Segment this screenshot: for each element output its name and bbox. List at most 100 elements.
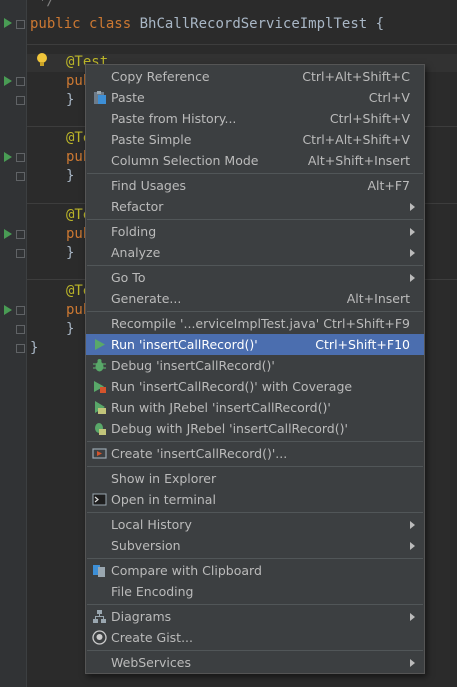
fold-marker-icon[interactable] bbox=[16, 325, 25, 334]
menu-item-shortcut: Ctrl+Alt+Shift+V bbox=[302, 132, 410, 147]
compare-icon bbox=[92, 563, 107, 578]
fold-marker-icon[interactable] bbox=[16, 230, 25, 239]
keyword-class: class bbox=[89, 16, 132, 32]
run-method-gutter-icon[interactable] bbox=[4, 76, 12, 86]
menu-item-run-with-coverage[interactable]: Run 'insertCallRecord()' with Coverage bbox=[86, 376, 424, 397]
menu-item-copy-reference[interactable]: Copy Reference Ctrl+Alt+Shift+C bbox=[86, 66, 424, 87]
submenu-arrow-icon bbox=[410, 613, 415, 621]
menu-item-label: Paste bbox=[111, 90, 145, 105]
menu-item-file-encoding[interactable]: File Encoding bbox=[86, 581, 424, 602]
menu-item-label: Column Selection Mode bbox=[111, 153, 259, 168]
menu-item-label: Run 'insertCallRecord()' bbox=[111, 337, 258, 352]
menu-item-run-test[interactable]: Run 'insertCallRecord()' Ctrl+Shift+F10 bbox=[86, 334, 424, 355]
menu-item-label: Run 'insertCallRecord()' with Coverage bbox=[111, 379, 353, 394]
fold-marker-icon[interactable] bbox=[16, 96, 25, 105]
menu-item-label: Recompile '...erviceImplTest.java' bbox=[111, 316, 320, 331]
coverage-icon bbox=[92, 379, 107, 394]
menu-separator bbox=[87, 650, 423, 651]
submenu-arrow-icon bbox=[410, 249, 415, 257]
menu-item-paste-from-history[interactable]: Paste from History... Ctrl+Shift+V bbox=[86, 108, 424, 129]
menu-separator bbox=[87, 512, 423, 513]
menu-item-label: Create Gist... bbox=[111, 630, 194, 645]
menu-item-create-run-config[interactable]: Create 'insertCallRecord()'... bbox=[86, 443, 424, 464]
menu-item-go-to[interactable]: Go To bbox=[86, 267, 424, 288]
menu-item-label: Diagrams bbox=[111, 609, 172, 624]
menu-separator bbox=[87, 558, 423, 559]
submenu-arrow-icon bbox=[410, 521, 415, 529]
menu-item-label: Subversion bbox=[111, 538, 181, 553]
brace-open: { bbox=[375, 16, 385, 32]
menu-item-show-in-explorer[interactable]: Show in Explorer bbox=[86, 468, 424, 489]
menu-item-label: Go To bbox=[111, 270, 146, 285]
comment-end-line: */ bbox=[30, 0, 55, 10]
class-declaration-line: public class BhCallRecordServiceImplTest… bbox=[30, 15, 384, 33]
method-close-line: } bbox=[66, 91, 74, 109]
menu-item-label: WebServices bbox=[111, 655, 191, 670]
menu-item-compare-with-clipboard[interactable]: Compare with Clipboard bbox=[86, 560, 424, 581]
lightbulb-icon[interactable] bbox=[36, 52, 48, 68]
menu-item-paste-simple[interactable]: Paste Simple Ctrl+Alt+Shift+V bbox=[86, 129, 424, 150]
fold-marker-icon[interactable] bbox=[16, 172, 25, 181]
submenu-arrow-icon bbox=[410, 659, 415, 667]
menu-item-debug-with-jrebel[interactable]: Debug with JRebel 'insertCallRecord()' bbox=[86, 418, 424, 439]
comment-text: */ bbox=[30, 0, 56, 9]
menu-item-label: Create 'insertCallRecord()'... bbox=[111, 446, 288, 461]
menu-item-run-with-jrebel[interactable]: Run with JRebel 'insertCallRecord()' bbox=[86, 397, 424, 418]
menu-item-diagrams[interactable]: Diagrams bbox=[86, 606, 424, 627]
menu-item-analyze[interactable]: Analyze bbox=[86, 242, 424, 263]
menu-item-debug-test[interactable]: Debug 'insertCallRecord()' bbox=[86, 355, 424, 376]
menu-item-shortcut: Alt+Shift+Insert bbox=[307, 153, 410, 168]
fold-marker-icon[interactable] bbox=[16, 344, 25, 353]
fold-marker-icon[interactable] bbox=[16, 20, 25, 29]
fold-marker-icon[interactable] bbox=[16, 306, 25, 315]
menu-item-shortcut: Ctrl+Shift+F9 bbox=[323, 316, 410, 331]
menu-item-refactor[interactable]: Refactor bbox=[86, 196, 424, 217]
create-config-icon bbox=[92, 446, 107, 461]
menu-item-find-usages[interactable]: Find Usages Alt+F7 bbox=[86, 175, 424, 196]
clipboard-icon bbox=[92, 90, 107, 105]
menu-separator bbox=[87, 265, 423, 266]
fold-marker-icon[interactable] bbox=[16, 249, 25, 258]
menu-item-folding[interactable]: Folding bbox=[86, 221, 424, 242]
menu-item-generate[interactable]: Generate... Alt+Insert bbox=[86, 288, 424, 309]
menu-separator bbox=[87, 441, 423, 442]
brace-close: } bbox=[66, 245, 75, 261]
menu-item-open-in-terminal[interactable]: Open in terminal bbox=[86, 489, 424, 510]
run-icon bbox=[92, 337, 107, 352]
debug-icon bbox=[92, 358, 107, 373]
menu-item-label: Compare with Clipboard bbox=[111, 563, 262, 578]
menu-item-label: Analyze bbox=[111, 245, 161, 260]
class-name: BhCallRecordServiceImplTest bbox=[139, 16, 368, 32]
menu-separator bbox=[87, 466, 423, 467]
submenu-arrow-icon bbox=[410, 203, 415, 211]
menu-item-paste[interactable]: Paste Ctrl+V bbox=[86, 87, 424, 108]
run-method-gutter-icon[interactable] bbox=[4, 305, 12, 315]
menu-item-label: Debug 'insertCallRecord()' bbox=[111, 358, 275, 373]
menu-item-shortcut: Alt+Insert bbox=[346, 291, 410, 306]
menu-item-webservices[interactable]: WebServices bbox=[86, 652, 424, 673]
diagram-icon bbox=[92, 609, 107, 624]
method-separator bbox=[27, 44, 457, 45]
run-class-gutter-icon[interactable] bbox=[4, 18, 12, 28]
menu-item-shortcut: Ctrl+Shift+F10 bbox=[315, 337, 410, 352]
run-method-gutter-icon[interactable] bbox=[4, 152, 12, 162]
fold-marker-icon[interactable] bbox=[16, 153, 25, 162]
menu-item-label: Local History bbox=[111, 517, 192, 532]
brace-close: } bbox=[30, 340, 39, 356]
fold-marker-icon[interactable] bbox=[16, 77, 25, 86]
menu-item-recompile[interactable]: Recompile '...erviceImplTest.java' Ctrl+S… bbox=[86, 313, 424, 334]
menu-item-label: Paste Simple bbox=[111, 132, 192, 147]
run-method-gutter-icon[interactable] bbox=[4, 229, 12, 239]
brace-close: } bbox=[66, 92, 75, 108]
menu-item-subversion[interactable]: Subversion bbox=[86, 535, 424, 556]
submenu-arrow-icon bbox=[410, 274, 415, 282]
menu-item-shortcut: Alt+F7 bbox=[367, 178, 410, 193]
brace-close: } bbox=[66, 321, 75, 337]
class-close-line: } bbox=[30, 339, 38, 357]
menu-item-local-history[interactable]: Local History bbox=[86, 514, 424, 535]
menu-item-shortcut: Ctrl+Alt+Shift+C bbox=[302, 69, 410, 84]
menu-item-create-gist[interactable]: Create Gist... bbox=[86, 627, 424, 648]
menu-separator bbox=[87, 604, 423, 605]
method-close-line: } bbox=[66, 167, 74, 185]
menu-item-column-selection-mode[interactable]: Column Selection Mode Alt+Shift+Insert bbox=[86, 150, 424, 171]
